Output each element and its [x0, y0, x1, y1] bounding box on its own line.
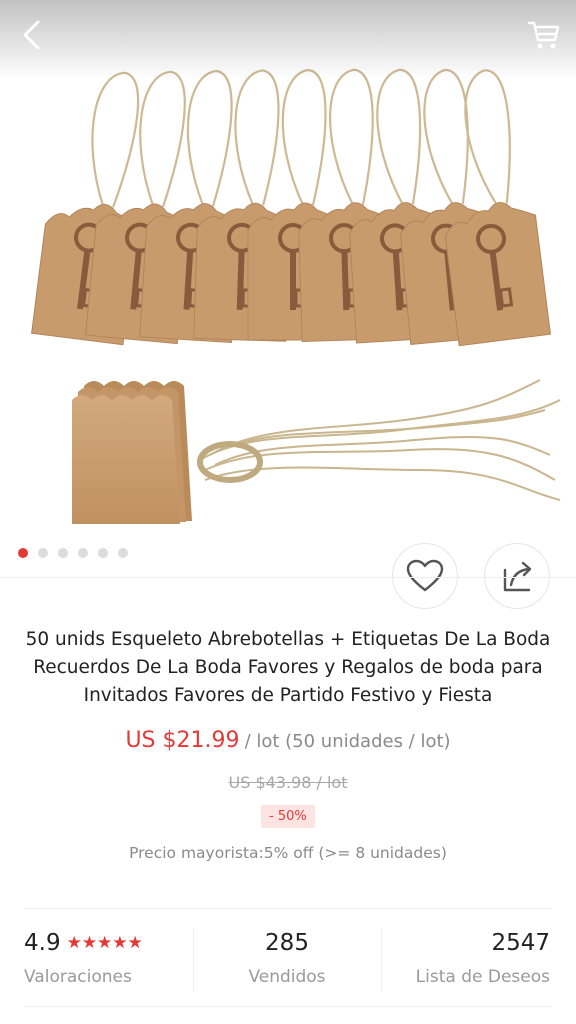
gallery-dot[interactable]	[78, 548, 88, 558]
product-photo	[31, 68, 561, 524]
favorite-button[interactable]	[392, 543, 458, 609]
gallery-dot[interactable]	[38, 548, 48, 558]
divider	[24, 1006, 552, 1007]
gallery-pagination	[18, 548, 128, 558]
discount-badge: - 50%	[261, 805, 315, 828]
wishlist-label: Lista de Deseos	[415, 967, 550, 987]
divider	[24, 908, 552, 909]
cart-button[interactable]	[526, 16, 562, 52]
product-title: 50 unids Esqueleto Abrebotellas + Etique…	[25, 629, 551, 706]
product-image-gallery[interactable]	[0, 0, 576, 578]
rating-value: 4.9	[24, 930, 61, 956]
price-unit: / lot (50 unidades / lot)	[244, 731, 451, 752]
gallery-dot[interactable]	[118, 548, 128, 558]
divider	[381, 928, 382, 990]
gallery-dot[interactable]	[58, 548, 68, 558]
chevron-left-icon	[23, 20, 40, 50]
heart-icon	[406, 559, 444, 592]
price-row: US $21.99 / lot (50 unidades / lot)	[0, 728, 576, 753]
wholesale-info[interactable]: Precio mayorista:5% off (>= 8 unidades)	[0, 844, 576, 862]
share-button[interactable]	[484, 543, 550, 609]
back-button[interactable]	[16, 18, 50, 52]
gallery-dot[interactable]	[98, 548, 108, 558]
gallery-dot[interactable]	[18, 548, 28, 558]
original-price: US $43.98 / lot	[228, 773, 348, 792]
divider	[0, 577, 576, 578]
rating-stars: ★★★★★	[66, 933, 143, 953]
share-icon	[503, 561, 532, 592]
current-price: US $21.99	[125, 728, 240, 753]
cart-icon	[527, 21, 560, 49]
rating-label: Valoraciones	[24, 967, 132, 987]
sold-value: 285	[265, 930, 309, 956]
wishlist-value: 2547	[491, 930, 550, 956]
sold-label: Vendidos	[248, 967, 326, 987]
